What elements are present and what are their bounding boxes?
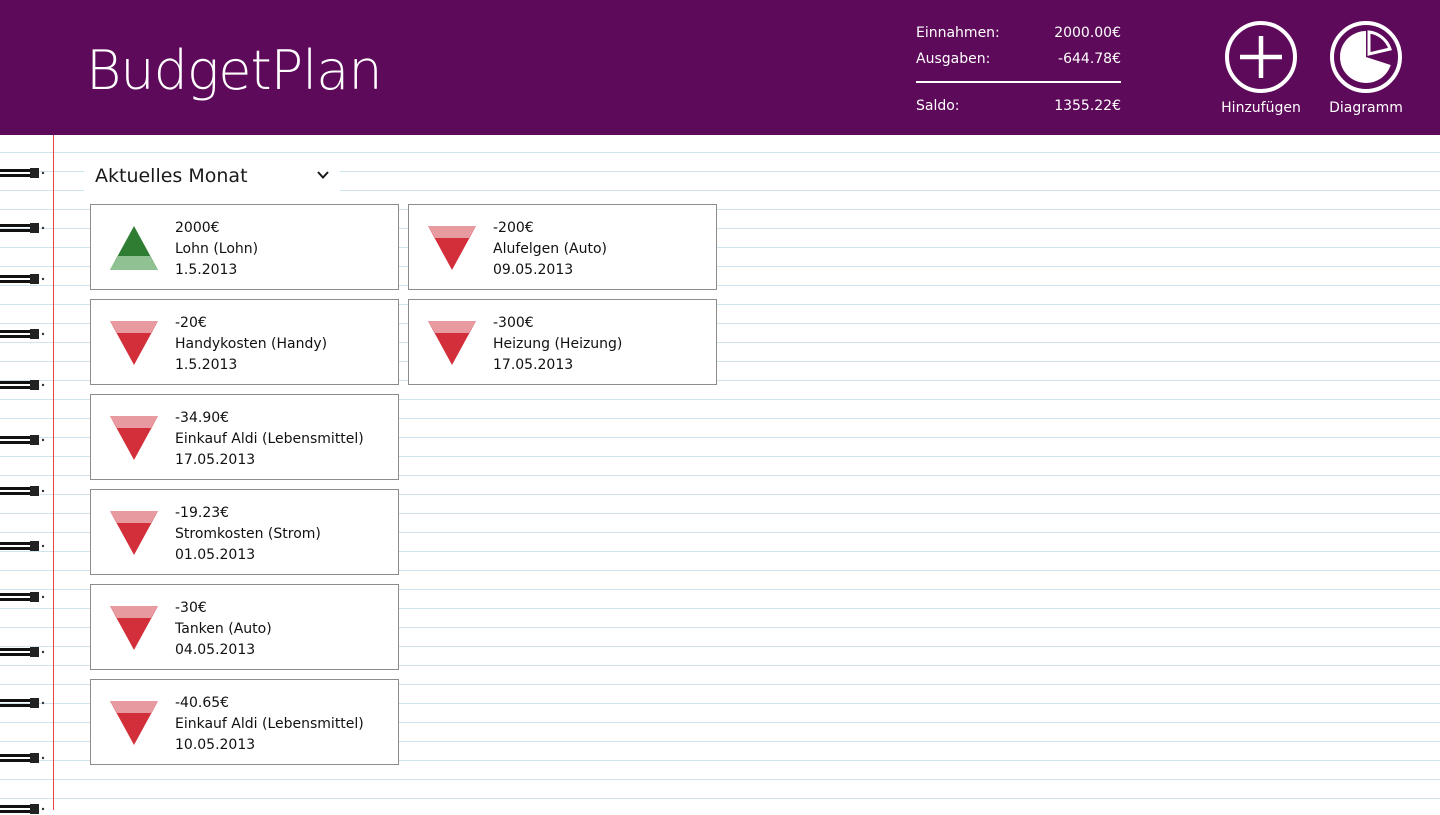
spiral-ring: [0, 273, 46, 285]
entry-description: Einkauf Aldi (Lebensmittel): [175, 431, 364, 447]
margin-line: [53, 135, 54, 810]
add-button-label: Hinzufügen: [1221, 100, 1301, 116]
add-button[interactable]: Hinzufügen: [1211, 20, 1311, 117]
budget-summary: Einnahmen: 2000.00€ Ausgaben: -644.78€ S…: [916, 20, 1121, 119]
spiral-ring: [0, 379, 46, 391]
entry-description: Stromkosten (Strom): [175, 526, 321, 542]
entry-date: 04.05.2013: [175, 642, 256, 658]
app-title: BudgetPlan: [86, 39, 383, 102]
entry-tile[interactable]: -30€ Tanken (Auto) 04.05.2013: [90, 584, 399, 670]
entry-info: -20€ Handykosten (Handy) 1.5.2013: [175, 313, 327, 376]
entry-tile[interactable]: -19.23€ Stromkosten (Strom) 01.05.2013: [90, 489, 399, 575]
arrow-down-icon: [426, 224, 478, 272]
arrow-down-icon: [108, 699, 160, 747]
entry-date: 1.5.2013: [175, 262, 238, 278]
chevron-down-icon: [316, 167, 330, 181]
arrow-down-icon: [108, 414, 160, 462]
app-header: BudgetPlan Einnahmen: 2000.00€ Ausgaben:…: [0, 0, 1440, 135]
entry-info: -34.90€ Einkauf Aldi (Lebensmittel) 17.05.…: [175, 408, 364, 471]
entry-info: -30€ Tanken (Auto) 04.05.2013: [175, 598, 272, 661]
period-filter-dropdown[interactable]: Aktuelles Monat: [84, 159, 340, 191]
spiral-ring: [0, 646, 46, 658]
balance-row: Saldo: 1355.22€: [916, 93, 1121, 119]
entry-description: Handykosten (Handy): [175, 336, 328, 352]
arrow-down-icon: [108, 604, 160, 652]
balance-value: 1355.22€: [1054, 98, 1121, 114]
arrow-down-icon: [108, 509, 160, 557]
entry-description: Alufelgen (Auto): [493, 241, 608, 257]
entry-date: 09.05.2013: [493, 262, 574, 278]
entry-info: 2000€ Lohn (Lohn) 1.5.2013: [175, 218, 258, 281]
entry-amount: -20€: [175, 315, 207, 331]
spiral-ring: [0, 540, 46, 552]
entry-amount: -300€: [493, 315, 534, 331]
entry-description: Tanken (Auto): [175, 621, 272, 637]
entry-date: 01.05.2013: [175, 547, 256, 563]
chart-button[interactable]: Diagramm: [1316, 20, 1416, 117]
entry-date: 17.05.2013: [493, 357, 574, 373]
entry-list: 2000€ Lohn (Lohn) 1.5.2013 -200€ Alufelgen (…: [90, 204, 730, 774]
entry-amount: -19.23€: [175, 505, 230, 521]
arrow-down-icon: [426, 319, 478, 367]
spiral-ring: [0, 591, 46, 603]
spiral-ring: [0, 697, 46, 709]
spiral-ring: [0, 222, 46, 234]
entry-info: -300€ Heizung (Heizung) 17.05.2013: [493, 313, 622, 376]
balance-label: Saldo:: [916, 98, 960, 114]
entry-info: -40.65€ Einkauf Aldi (Lebensmittel) 10.05.…: [175, 693, 364, 756]
summary-divider: [916, 81, 1121, 83]
entry-tile[interactable]: -40.65€ Einkauf Aldi (Lebensmittel) 10.05.…: [90, 679, 399, 765]
entry-tile[interactable]: -34.90€ Einkauf Aldi (Lebensmittel) 17.05.…: [90, 394, 399, 480]
spiral-ring: [0, 434, 46, 446]
spiral-ring: [0, 485, 46, 497]
spiral-ring: [0, 328, 46, 340]
expenses-label: Ausgaben:: [916, 51, 991, 67]
spiral-ring: [0, 167, 46, 179]
entry-tile[interactable]: -20€ Handykosten (Handy) 1.5.2013: [90, 299, 399, 385]
income-value: 2000.00€: [1054, 25, 1121, 41]
spiral-ring: [0, 803, 46, 815]
entry-date: 17.05.2013: [175, 452, 256, 468]
entry-tile[interactable]: 2000€ Lohn (Lohn) 1.5.2013: [90, 204, 399, 290]
entry-amount: -30€: [175, 600, 207, 616]
income-label: Einnahmen:: [916, 25, 1000, 41]
entry-description: Heizung (Heizung): [493, 336, 623, 352]
expenses-row: Ausgaben: -644.78€: [916, 46, 1121, 72]
plus-circle-icon: [1224, 20, 1298, 94]
period-filter-value: Aktuelles Monat: [95, 165, 248, 187]
entry-description: Einkauf Aldi (Lebensmittel): [175, 716, 364, 732]
entry-description: Lohn (Lohn): [175, 241, 259, 257]
entry-amount: -34.90€: [175, 410, 230, 426]
arrow-down-icon: [108, 319, 160, 367]
entry-amount: 2000€: [175, 220, 220, 236]
entry-date: 1.5.2013: [175, 357, 238, 373]
entry-info: -19.23€ Stromkosten (Strom) 01.05.2013: [175, 503, 321, 566]
spiral-ring: [0, 752, 46, 764]
arrow-up-icon: [108, 224, 160, 272]
chart-button-label: Diagramm: [1329, 100, 1403, 116]
entry-amount: -200€: [493, 220, 534, 236]
income-row: Einnahmen: 2000.00€: [916, 20, 1121, 46]
entry-date: 10.05.2013: [175, 737, 256, 753]
entry-tile[interactable]: -300€ Heizung (Heizung) 17.05.2013: [408, 299, 717, 385]
entry-amount: -40.65€: [175, 695, 230, 711]
entry-tile[interactable]: -200€ Alufelgen (Auto) 09.05.2013: [408, 204, 717, 290]
expenses-value: -644.78€: [1058, 51, 1121, 67]
pie-chart-icon: [1329, 20, 1403, 94]
entry-info: -200€ Alufelgen (Auto) 09.05.2013: [493, 218, 607, 281]
